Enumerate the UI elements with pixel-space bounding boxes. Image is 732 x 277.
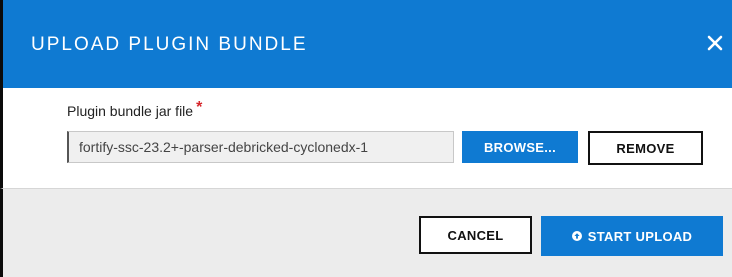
dialog-header: UPLOAD PLUGIN BUNDLE [0, 0, 732, 88]
field-label: Plugin bundle jar file * [67, 99, 202, 121]
dialog-footer: CANCEL START UPLOAD [0, 188, 732, 277]
upload-circle-icon [571, 231, 582, 241]
remove-button[interactable]: REMOVE [588, 131, 703, 165]
start-upload-label: START UPLOAD [587, 228, 693, 244]
field-label-text: Plugin bundle jar file [67, 103, 194, 119]
file-path-input[interactable] [67, 131, 454, 163]
required-marker: * [196, 99, 203, 116]
start-upload-button[interactable]: START UPLOAD [541, 216, 723, 256]
close-icon[interactable] [703, 30, 727, 56]
upload-plugin-dialog: UPLOAD PLUGIN BUNDLE Plugin bundle jar f… [0, 0, 732, 277]
cancel-button[interactable]: CANCEL [419, 216, 532, 254]
browse-button[interactable]: BROWSE... [462, 131, 578, 163]
dialog-title: UPLOAD PLUGIN BUNDLE [31, 34, 308, 55]
dialog-body: Plugin bundle jar file* BROWSE... REMOVE [0, 88, 732, 188]
